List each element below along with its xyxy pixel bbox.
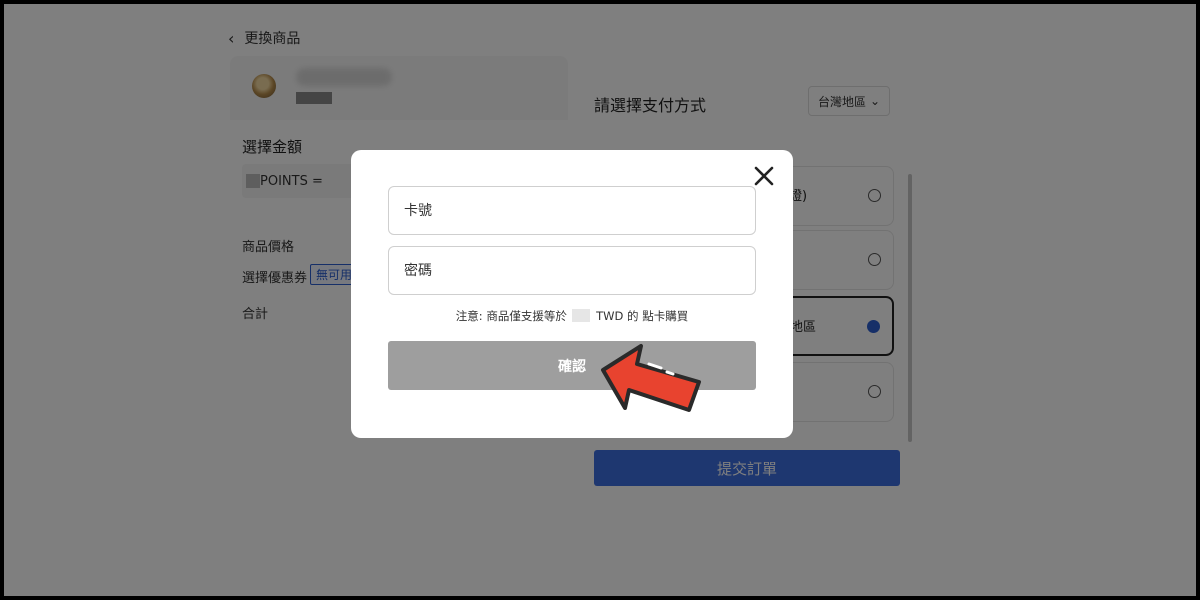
card-entry-dialog: 注意: 商品僅支援等於 TWD 的 點卡購買 確認 (351, 150, 793, 438)
password-input[interactable] (389, 247, 755, 294)
note-text: 注意: 商品僅支援等於 TWD 的 點卡購買 (351, 308, 793, 324)
close-button[interactable] (751, 163, 777, 189)
app-window: ‹ 更換商品 選擇金額 POINTS = 商品價格 選擇優惠券 無可用 合計 請… (4, 4, 1196, 596)
note-prefix: 注意: 商品僅支援等於 (455, 309, 567, 323)
card-number-input[interactable] (389, 187, 755, 234)
close-icon (754, 166, 774, 186)
redacted-value (572, 309, 591, 322)
note-suffix: TWD 的 點卡購買 (596, 309, 689, 323)
card-number-field[interactable] (388, 186, 756, 235)
password-field[interactable] (388, 246, 756, 295)
pointer-arrow-icon (601, 344, 701, 412)
